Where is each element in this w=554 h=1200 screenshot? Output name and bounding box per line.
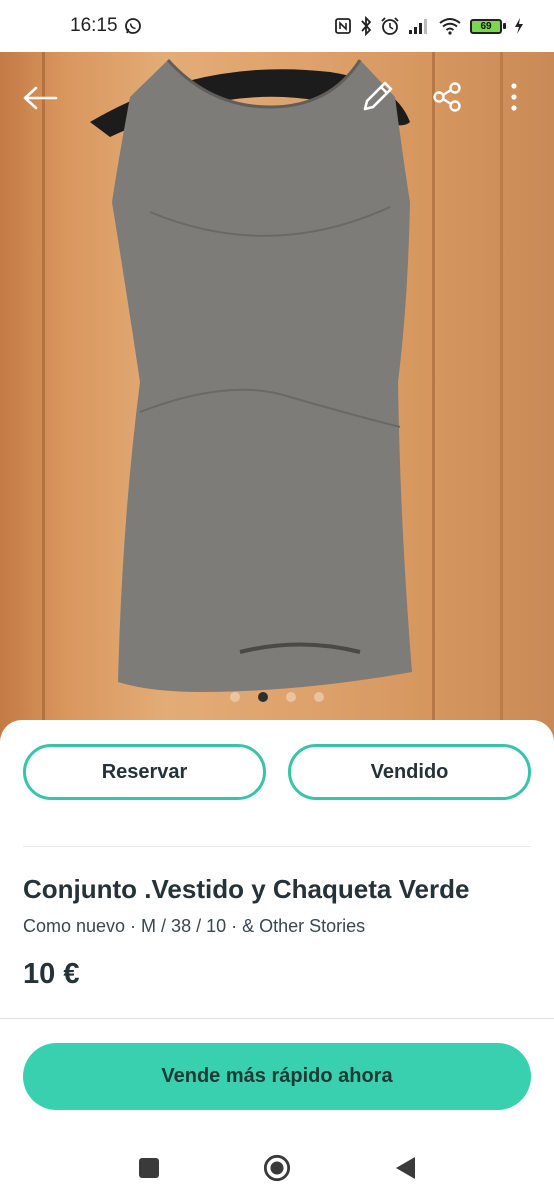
item-title: Conjunto .Vestido y Chaqueta Verde xyxy=(23,874,470,904)
status-bar: 16:15 69 xyxy=(0,0,554,52)
battery-tip xyxy=(503,23,506,29)
dress-image xyxy=(90,59,412,692)
recents-square-icon[interactable] xyxy=(135,1154,163,1182)
wifi-icon xyxy=(438,17,462,35)
bluetooth-icon xyxy=(360,16,372,36)
system-navbar xyxy=(0,1135,554,1200)
more-vert-icon[interactable] xyxy=(500,78,528,116)
carousel-dots xyxy=(0,692,554,702)
status-time: 16:15 xyxy=(70,15,118,36)
nfc-icon xyxy=(334,17,352,35)
sold-button[interactable]: Vendido xyxy=(288,744,531,800)
carousel-dot-active[interactable] xyxy=(258,692,268,702)
charging-icon xyxy=(514,18,524,34)
home-circle-icon[interactable] xyxy=(263,1154,291,1182)
divider xyxy=(0,1018,554,1019)
item-details: Como nuevo · M / 38 / 10 · & Other Stori… xyxy=(23,916,366,936)
carousel-dot[interactable] xyxy=(286,692,296,702)
back-triangle-icon[interactable] xyxy=(391,1154,419,1182)
item-price: 10 € xyxy=(23,958,80,990)
carousel-dot[interactable] xyxy=(230,692,240,702)
status-right: 69 xyxy=(334,16,524,36)
alarm-icon xyxy=(380,16,400,36)
action-buttons: Reservar Vendido xyxy=(23,744,531,800)
whatsapp-icon xyxy=(124,17,142,35)
sell-faster-button[interactable]: Vende más rápido ahora xyxy=(23,1043,531,1110)
carousel-dot[interactable] xyxy=(314,692,324,702)
battery-icon: 69 xyxy=(470,18,506,34)
edit-pencil-icon[interactable] xyxy=(358,76,398,116)
reserve-button[interactable]: Reservar xyxy=(23,744,266,800)
divider xyxy=(23,846,531,847)
share-icon[interactable] xyxy=(428,78,466,116)
back-arrow-icon[interactable] xyxy=(20,80,60,116)
status-left: 16:15 xyxy=(70,15,142,37)
item-details-sheet: Reservar Vendido Conjunto .Vestido y Cha… xyxy=(0,720,554,1200)
battery-level: 69 xyxy=(470,18,502,34)
product-photo[interactable] xyxy=(0,52,554,742)
signal-icon xyxy=(408,17,430,35)
